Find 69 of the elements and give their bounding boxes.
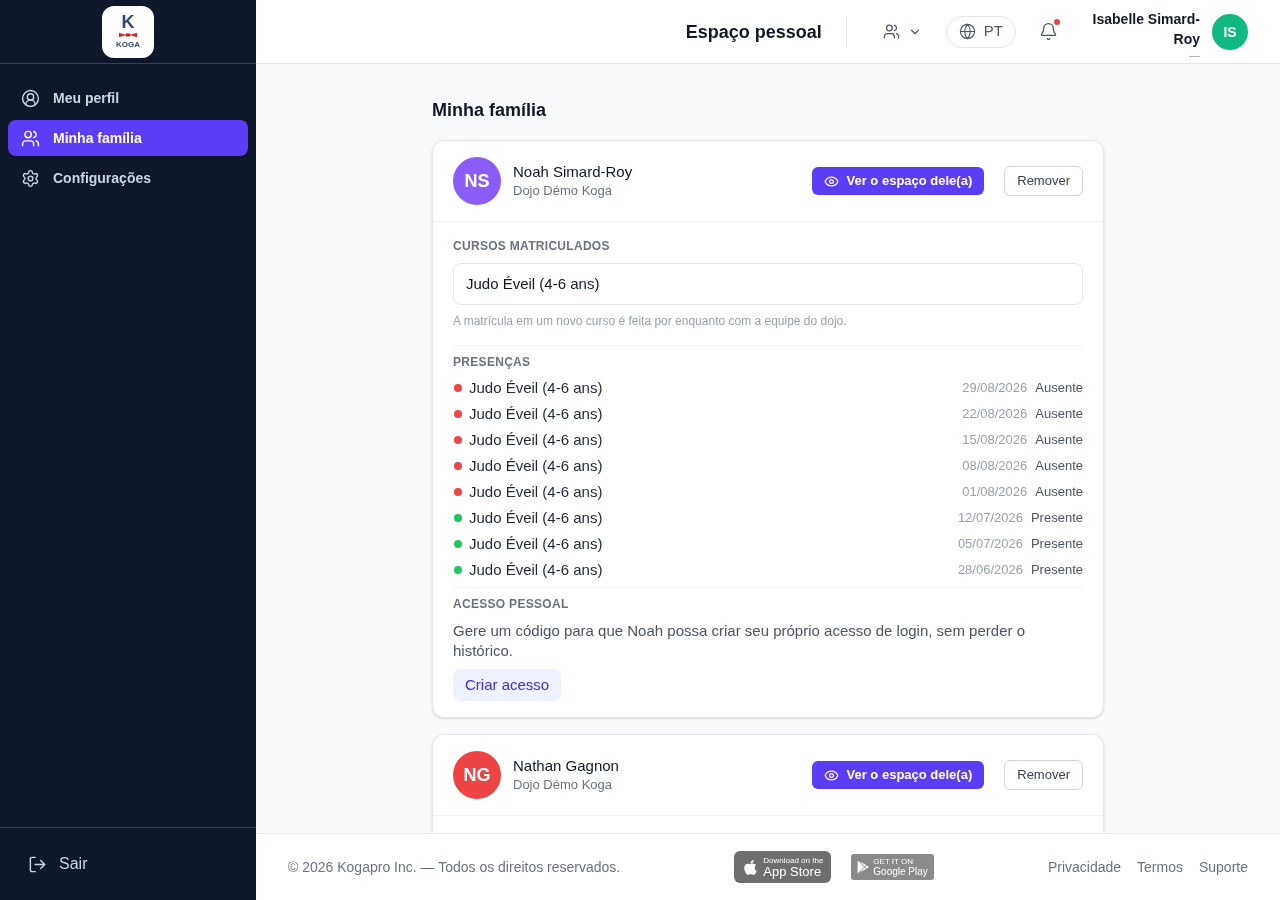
user-name: Isabelle Simard-Roy xyxy=(1091,9,1200,49)
copyright-text: © 2026 Kogapro Inc. — Todos os direitos reservados. xyxy=(288,858,621,877)
attendance-status: Ausente xyxy=(1035,483,1083,502)
attendance-course: Judo Éveil (4-6 ans) xyxy=(469,455,604,476)
users-icon xyxy=(882,23,900,40)
attendance-course: Judo Éveil (4-6 ans) xyxy=(469,507,604,528)
remove-button[interactable]: Remover xyxy=(1004,760,1083,790)
create-access-button[interactable]: Criar acesso xyxy=(453,669,562,701)
play-icon xyxy=(857,861,870,873)
eye-icon xyxy=(823,173,839,189)
settings-icon xyxy=(21,168,40,188)
attendance-course: Judo Éveil (4-6 ans) xyxy=(469,377,604,398)
attendance-status: Ausente xyxy=(1035,405,1083,424)
logout-button[interactable]: Sair xyxy=(28,852,88,876)
attendance-date: 01/08/2026 xyxy=(962,483,1028,502)
member-avatar: NS xyxy=(453,157,501,205)
course-note: A matrícula em um novo curso é feita por enquanto com a equipe do dojo. xyxy=(453,313,848,329)
user-circle-icon xyxy=(21,88,40,108)
page-heading: Espaço pessoal xyxy=(685,20,822,44)
attendance-date: 28/06/2026 xyxy=(957,561,1023,580)
globe-icon xyxy=(958,23,976,40)
remove-button[interactable]: Remover xyxy=(1004,166,1083,196)
attendance-status: Presente xyxy=(1030,535,1083,554)
attendance-date: 05/07/2026 xyxy=(957,535,1023,554)
attendance-course: Judo Éveil (4-6 ans) xyxy=(469,533,604,554)
section-label: ACESSO PESSOAL xyxy=(453,596,570,612)
footer-link[interactable]: Suporte xyxy=(1198,857,1248,877)
belt-knot-icon xyxy=(119,32,137,38)
attendance-date: 12/07/2026 xyxy=(957,509,1023,528)
logo-wordmark: KOGA xyxy=(116,40,140,49)
attendance-course: Judo Éveil (4-6 ans) xyxy=(469,481,604,502)
section-label: PRESENÇAS xyxy=(453,354,532,370)
sidebar-item[interactable]: Meu perfil xyxy=(8,80,248,116)
users-icon xyxy=(21,128,40,148)
attendance-status: Ausente xyxy=(1035,431,1083,450)
attendance-date: 08/08/2026 xyxy=(962,457,1028,476)
sidebar-item[interactable]: Configurações xyxy=(8,160,248,196)
attendance-date: 29/08/2026 xyxy=(962,379,1028,398)
access-description: Gere um código para que Noah possa criar seu próprio acesso de login, sem perder o histórico. xyxy=(453,621,1026,661)
logout-icon xyxy=(28,854,47,874)
apple-icon xyxy=(742,858,760,876)
section-label: CURSOS MATRICULADOS xyxy=(453,238,611,254)
view-space-button[interactable]: Ver o espaço dele(a) xyxy=(811,167,985,195)
bell-icon xyxy=(1038,22,1058,41)
section-title: Minha família xyxy=(432,99,548,122)
footer-link[interactable]: Termos xyxy=(1137,857,1183,877)
user-subtitle: — xyxy=(1189,48,1200,61)
attendance-course: Judo Éveil (4-6 ans) xyxy=(469,559,604,580)
member-avatar: NG xyxy=(453,751,501,799)
google-play-badge[interactable]: GET IT ON Google Play xyxy=(851,854,934,880)
sidebar-item[interactable]: Minha família xyxy=(8,120,248,156)
attendance-course: Judo Éveil (4-6 ans) xyxy=(469,429,604,450)
attendance-date: 15/08/2026 xyxy=(962,431,1028,450)
attendance-status: Ausente xyxy=(1035,379,1083,398)
footer-link[interactable]: Privacidade xyxy=(1047,857,1122,877)
member-name: Nathan Gagnon xyxy=(513,756,620,776)
app-store-badge[interactable]: Download on the App Store xyxy=(734,851,832,883)
attendance-date: 22/08/2026 xyxy=(962,405,1028,424)
attendance-status: Ausente xyxy=(1035,457,1083,476)
logo-letter: K xyxy=(121,14,135,30)
view-space-button[interactable]: Ver o espaço dele(a) xyxy=(811,761,985,789)
attendance-course: Judo Éveil (4-6 ans) xyxy=(469,403,604,424)
member-dojo: Dojo Démo Koga xyxy=(513,776,613,794)
attendance-status: Presente xyxy=(1030,509,1083,528)
member-name: Noah Simard-Roy xyxy=(513,162,634,182)
member-dojo: Dojo Démo Koga xyxy=(513,182,613,200)
attendance-status: Presente xyxy=(1030,561,1083,580)
course-item: Judo Éveil (4-6 ans) xyxy=(453,263,1083,305)
eye-icon xyxy=(823,767,839,783)
